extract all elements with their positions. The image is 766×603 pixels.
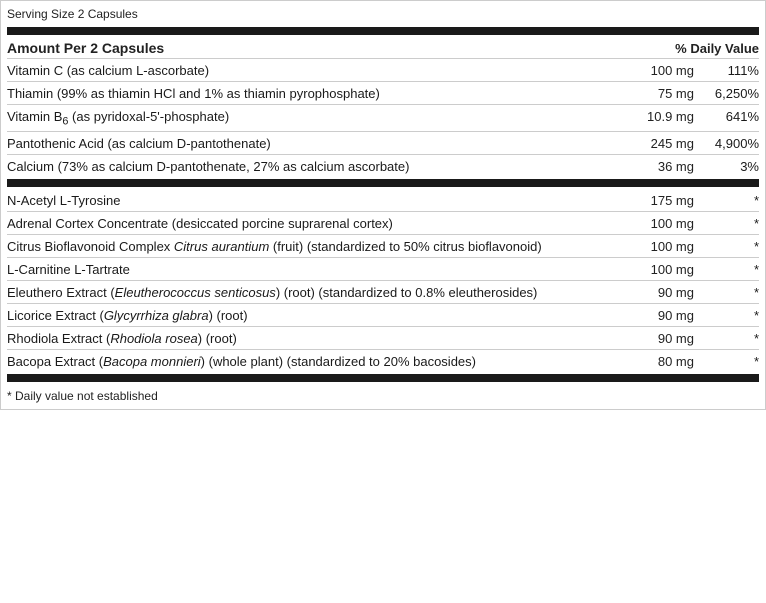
nutrient-name: Eleuthero Extract (Eleutherococcus senti… — [7, 285, 634, 300]
nutrient-name: Vitamin C (as calcium L-ascorbate) — [7, 63, 634, 78]
nutrient-name: Citrus Bioflavonoid Complex Citrus auran… — [7, 239, 634, 254]
nutrient-amount: 80 mg — [634, 354, 704, 369]
nutrient-row: N-Acetyl L-Tyrosine 175 mg * — [7, 189, 759, 212]
nutrients-top-section: Vitamin C (as calcium L-ascorbate) 100 m… — [7, 59, 759, 177]
nutrient-dv: * — [704, 285, 759, 300]
nutrient-dv: * — [704, 216, 759, 231]
nutrient-name: Calcium (73% as calcium D-pantothenate, … — [7, 159, 634, 174]
nutrient-row: Licorice Extract (Glycyrrhiza glabra) (r… — [7, 304, 759, 327]
nutrient-row: Citrus Bioflavonoid Complex Citrus auran… — [7, 235, 759, 258]
nutrient-amount: 100 mg — [634, 216, 704, 231]
nutrient-row: Adrenal Cortex Concentrate (desiccated p… — [7, 212, 759, 235]
nutrient-amount: 100 mg — [634, 63, 704, 78]
daily-value-header: % Daily Value — [675, 41, 759, 56]
nutrient-name: Thiamin (99% as thiamin HCl and 1% as th… — [7, 86, 634, 101]
nutrient-amount: 90 mg — [634, 308, 704, 323]
nutrient-amount: 100 mg — [634, 262, 704, 277]
nutrient-amount: 36 mg — [634, 159, 704, 174]
nutrient-row: Vitamin B6 (as pyridoxal-5'-phosphate) 1… — [7, 105, 759, 132]
nutrient-amount: 175 mg — [634, 193, 704, 208]
nutrient-dv: * — [704, 239, 759, 254]
serving-size: Serving Size 2 Capsules — [7, 5, 759, 25]
nutrient-row: Thiamin (99% as thiamin HCl and 1% as th… — [7, 82, 759, 105]
amount-per-row: Amount Per 2 Capsules % Daily Value — [7, 37, 759, 58]
thick-divider-top — [7, 27, 759, 35]
nutrient-name: Licorice Extract (Glycyrrhiza glabra) (r… — [7, 308, 634, 323]
footnote: * Daily value not established — [7, 384, 759, 403]
nutrient-name: L-Carnitine L-Tartrate — [7, 262, 634, 277]
nutrient-dv: * — [704, 354, 759, 369]
nutrient-dv: 4,900% — [704, 136, 759, 151]
thick-divider-middle — [7, 179, 759, 187]
nutrient-row: Rhodiola Extract (Rhodiola rosea) (root)… — [7, 327, 759, 350]
nutrient-row: Calcium (73% as calcium D-pantothenate, … — [7, 155, 759, 177]
nutrient-name: Adrenal Cortex Concentrate (desiccated p… — [7, 216, 634, 231]
nutrient-row: Eleuthero Extract (Eleutherococcus senti… — [7, 281, 759, 304]
nutrient-amount: 90 mg — [634, 285, 704, 300]
nutrient-dv: 3% — [704, 159, 759, 174]
nutrient-dv: * — [704, 308, 759, 323]
nutrients-bottom-section: N-Acetyl L-Tyrosine 175 mg * Adrenal Cor… — [7, 189, 759, 372]
nutrient-name: Pantothenic Acid (as calcium D-pantothen… — [7, 136, 634, 151]
nutrient-dv: 111% — [704, 63, 759, 78]
nutrient-row: Pantothenic Acid (as calcium D-pantothen… — [7, 132, 759, 155]
amount-per-label: Amount Per 2 Capsules — [7, 40, 164, 56]
nutrient-dv: * — [704, 193, 759, 208]
nutrient-dv: 6,250% — [704, 86, 759, 101]
nutrient-name: Rhodiola Extract (Rhodiola rosea) (root) — [7, 331, 634, 346]
nutrient-name: N-Acetyl L-Tyrosine — [7, 193, 634, 208]
nutrient-amount: 10.9 mg — [634, 109, 704, 124]
nutrient-dv: * — [704, 331, 759, 346]
nutrient-row: Vitamin C (as calcium L-ascorbate) 100 m… — [7, 59, 759, 82]
nutrient-amount: 75 mg — [634, 86, 704, 101]
nutrient-row: Bacopa Extract (Bacopa monnieri) (whole … — [7, 350, 759, 372]
nutrient-name: Vitamin B6 (as pyridoxal-5'-phosphate) — [7, 109, 634, 128]
nutrient-dv: * — [704, 262, 759, 277]
thick-divider-bottom — [7, 374, 759, 382]
nutrient-amount: 90 mg — [634, 331, 704, 346]
nutrition-label: Serving Size 2 Capsules Amount Per 2 Cap… — [0, 0, 766, 410]
nutrient-row: L-Carnitine L-Tartrate 100 mg * — [7, 258, 759, 281]
nutrient-name: Bacopa Extract (Bacopa monnieri) (whole … — [7, 354, 634, 369]
nutrient-amount: 245 mg — [634, 136, 704, 151]
nutrient-dv: 641% — [704, 109, 759, 124]
nutrient-amount: 100 mg — [634, 239, 704, 254]
